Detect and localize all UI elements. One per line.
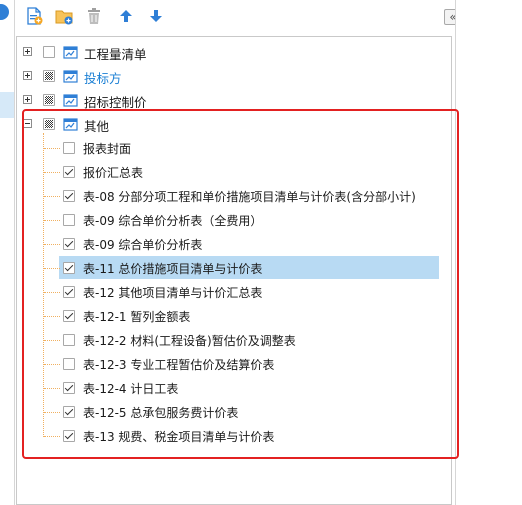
node-checkbox[interactable] — [43, 46, 55, 58]
add-file-button[interactable] — [24, 6, 44, 26]
tree-item-label: 表-09 综合单价分析表 — [83, 238, 203, 252]
tree-child-item[interactable]: 表-12-5 总承包服务费计价表 — [17, 401, 451, 423]
expand-toggle[interactable] — [23, 95, 32, 104]
add-folder-button[interactable] — [54, 6, 74, 26]
node-checkbox[interactable] — [43, 118, 55, 130]
item-checkbox[interactable] — [63, 406, 75, 418]
report-folder-icon — [63, 70, 78, 83]
move-down-button[interactable] — [146, 6, 166, 26]
add-folder-icon — [55, 10, 73, 25]
tree-connector — [44, 292, 60, 293]
tree-node-label: 投标方 — [84, 71, 122, 86]
tree-child-item[interactable]: 表-12 其他项目清单与计价汇总表 — [17, 281, 451, 303]
tree-connector — [44, 220, 60, 221]
tree-item-label: 报表封面 — [83, 142, 132, 156]
item-checkbox[interactable] — [63, 166, 75, 178]
tree-connector — [44, 196, 60, 197]
delete-button[interactable] — [84, 6, 104, 26]
tree-item-label: 表-08 分部分项工程和单价措施项目清单与计价表(含分部小计) — [83, 190, 416, 204]
report-folder-icon — [63, 118, 78, 131]
item-checkbox[interactable] — [63, 310, 75, 322]
tree-node-other[interactable]: 其他 — [17, 113, 451, 135]
tree-child-item[interactable]: 表-08 分部分项工程和单价措施项目清单与计价表(含分部小计) — [17, 185, 451, 207]
tree-child-item[interactable]: 表-12-4 计日工表 — [17, 377, 451, 399]
tree-child-item[interactable]: 报表封面 — [17, 137, 451, 159]
move-down-icon — [150, 10, 162, 22]
node-checkbox[interactable] — [43, 70, 55, 82]
tree-connector — [44, 436, 60, 437]
report-folder-icon — [63, 46, 78, 59]
tree-node-tender-control-price[interactable]: 招标控制价 — [17, 89, 451, 111]
tree-item-label: 表-09 综合单价分析表（全费用） — [83, 214, 263, 228]
tree-node-bill-of-quantities[interactable]: 工程量清单 — [17, 41, 451, 63]
item-checkbox[interactable] — [63, 238, 75, 250]
tree-child-item-selected[interactable]: 表-11 总价措施项目清单与计价表 — [17, 256, 451, 279]
tree-connector — [44, 268, 60, 269]
tree-node-label: 其他 — [84, 119, 110, 134]
tree-item-label: 表-12-1 暂列金额表 — [83, 310, 191, 324]
tree-connector — [44, 316, 60, 317]
tree-item-label: 表-12-3 专业工程暂估价及结算价表 — [83, 358, 275, 372]
tree-node-bidder[interactable]: 投标方 — [17, 65, 451, 87]
expand-circle-icon[interactable] — [0, 4, 9, 20]
expand-toggle[interactable] — [23, 71, 32, 80]
tree-connector — [44, 340, 60, 341]
collapse-toggle[interactable] — [23, 119, 32, 128]
expand-toggle[interactable] — [23, 47, 32, 56]
item-checkbox[interactable] — [63, 142, 75, 154]
item-checkbox[interactable] — [63, 334, 75, 346]
tree-item-label: 表-12-2 材料(工程设备)暂估价及调整表 — [83, 334, 296, 348]
tree-child-item[interactable]: 表-12-3 专业工程暂估价及结算价表 — [17, 353, 451, 375]
move-up-icon — [120, 10, 132, 22]
item-checkbox[interactable] — [63, 190, 75, 202]
tree-node-label: 招标控制价 — [84, 95, 147, 110]
tree-connector — [44, 172, 60, 173]
left-pane-selection — [0, 92, 14, 118]
tree-child-item[interactable]: 报价汇总表 — [17, 161, 451, 183]
tree-connector — [44, 148, 60, 149]
item-checkbox[interactable] — [63, 214, 75, 226]
tree-item-label: 表-12-4 计日工表 — [83, 382, 179, 396]
report-tree: 工程量清单 投标方 招标控制价 其他 报表封面 报价汇总表 表-08 分部分项工… — [16, 36, 452, 505]
left-pane-edge — [0, 0, 15, 505]
delete-icon — [88, 8, 100, 24]
tree-connector — [44, 388, 60, 389]
tree-child-item[interactable]: 表-12-1 暂列金额表 — [17, 305, 451, 327]
node-checkbox[interactable] — [43, 94, 55, 106]
move-up-button[interactable] — [116, 6, 136, 26]
tree-item-label: 表-13 规费、税金项目清单与计价表 — [83, 430, 275, 444]
tree-item-label: 报价汇总表 — [83, 166, 144, 180]
tree-item-label: 表-12-5 总承包服务费计价表 — [83, 406, 239, 420]
tree-child-item[interactable]: 表-13 规费、税金项目清单与计价表 — [17, 425, 451, 447]
item-checkbox[interactable] — [63, 286, 75, 298]
item-checkbox[interactable] — [63, 262, 75, 274]
tree-child-item[interactable]: 表-09 综合单价分析表 — [17, 233, 451, 255]
add-file-icon — [27, 7, 43, 25]
tree-node-label: 工程量清单 — [84, 47, 147, 62]
item-checkbox[interactable] — [63, 382, 75, 394]
tree-child-item[interactable]: 表-12-2 材料(工程设备)暂估价及调整表 — [17, 329, 451, 351]
tree-connector — [44, 244, 60, 245]
tree-connector — [44, 364, 60, 365]
item-checkbox[interactable] — [63, 430, 75, 442]
tree-connector — [44, 412, 60, 413]
tree-item-label: 表-12 其他项目清单与计价汇总表 — [83, 286, 263, 300]
toolbar: « — [16, 0, 462, 32]
tree-child-item[interactable]: 表-09 综合单价分析表（全费用） — [17, 209, 451, 231]
item-checkbox[interactable] — [63, 358, 75, 370]
right-pane-edge — [455, 0, 522, 505]
report-folder-icon — [63, 94, 78, 107]
tree-item-label: 表-11 总价措施项目清单与计价表 — [83, 262, 263, 276]
